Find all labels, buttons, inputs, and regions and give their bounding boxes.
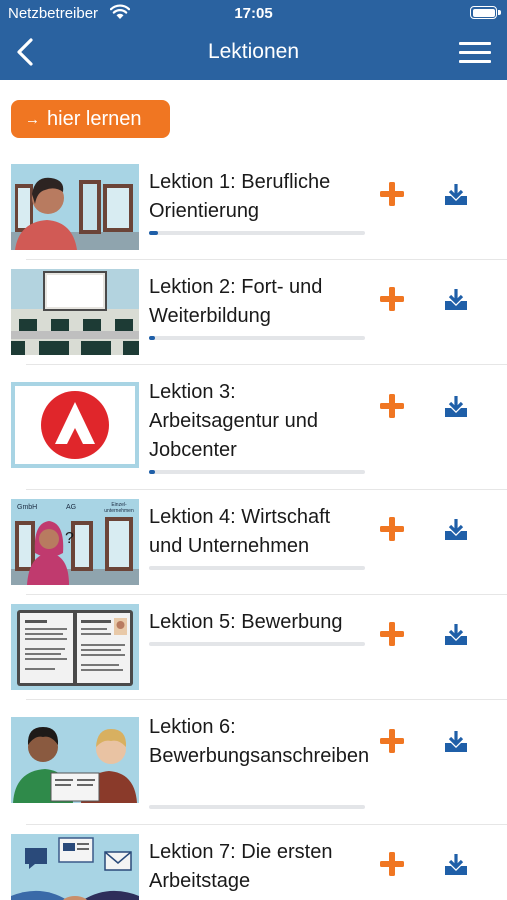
download-icon[interactable]	[444, 731, 468, 753]
arrow-right-icon: →	[25, 110, 40, 128]
separator	[26, 699, 507, 700]
lesson-4-thumbnail: ? GmbH AG Einzel-unternehmen	[11, 499, 139, 585]
page-title: Lektionen	[207, 40, 300, 63]
separator	[26, 489, 507, 490]
lesson-2-thumbnail	[11, 269, 139, 355]
lesson-title: Lektion 7: Die ersten Arbeitstage	[149, 841, 333, 892]
plus-icon[interactable]	[380, 394, 404, 418]
separator	[26, 824, 507, 825]
lesson-progress	[149, 566, 365, 570]
lesson-title: Lektion 4: Wirtschaft und Unternehmen	[149, 506, 331, 557]
separator	[26, 594, 507, 595]
lesson-3-thumbnail	[11, 382, 139, 468]
progress-fill	[149, 470, 156, 474]
download-icon[interactable]	[444, 519, 468, 541]
lesson-title: Lektion 6: Bewerbungsanschreiben	[149, 716, 370, 767]
battery-icon	[470, 6, 497, 19]
plus-icon[interactable]	[380, 622, 404, 646]
lesson-progress	[149, 642, 365, 646]
clock: 17:05	[234, 5, 273, 22]
lesson-1-thumbnail	[11, 164, 139, 250]
lesson-progress	[149, 231, 365, 235]
thumb-label: AG	[66, 504, 77, 511]
plus-icon[interactable]	[380, 287, 404, 311]
battery-nub	[498, 10, 501, 15]
hamburger-line	[459, 60, 491, 63]
thumb-label: GmbH	[17, 504, 38, 511]
plus-icon[interactable]	[380, 729, 404, 753]
menu-button[interactable]	[459, 40, 493, 66]
plus-icon[interactable]	[380, 852, 404, 876]
lesson-5-thumbnail	[11, 604, 139, 690]
separator	[26, 259, 507, 260]
download-icon[interactable]	[444, 396, 468, 418]
lesson-progress	[149, 805, 365, 809]
learn-here-button[interactable]: → hier lernen	[11, 100, 170, 138]
progress-fill	[149, 336, 156, 340]
plus-icon[interactable]	[380, 182, 404, 206]
lesson-7-thumbnail	[11, 834, 139, 900]
svg-text:?: ?	[65, 530, 74, 547]
thumb-label: Einzel-unternehmen	[104, 502, 134, 514]
hamburger-line	[459, 51, 491, 54]
download-icon[interactable]	[444, 289, 468, 311]
progress-fill	[149, 231, 158, 235]
download-icon[interactable]	[444, 184, 468, 206]
lesson-progress	[149, 336, 365, 340]
separator	[26, 364, 507, 365]
download-icon[interactable]	[444, 624, 468, 646]
lesson-title: Lektion 2: Fort- und Weiterbildung	[149, 276, 323, 327]
lesson-title: Lektion 5: Bewerbung	[149, 611, 343, 633]
plus-icon[interactable]	[380, 517, 404, 541]
hamburger-menu-icon	[459, 42, 491, 45]
lesson-progress	[149, 470, 365, 474]
learn-here-label: hier lernen	[47, 107, 142, 130]
lesson-title: Lektion 3: Arbeitsagentur und Jobcenter	[149, 381, 319, 461]
lesson-6-thumbnail	[11, 717, 139, 803]
top-bar: Netzbetreiber 17:05 Lektionen	[0, 0, 507, 80]
download-icon[interactable]	[444, 854, 468, 876]
status-bar: Netzbetreiber 17:05	[0, 0, 507, 28]
lesson-title: Lektion 1: Berufliche Orientierung	[149, 171, 331, 222]
